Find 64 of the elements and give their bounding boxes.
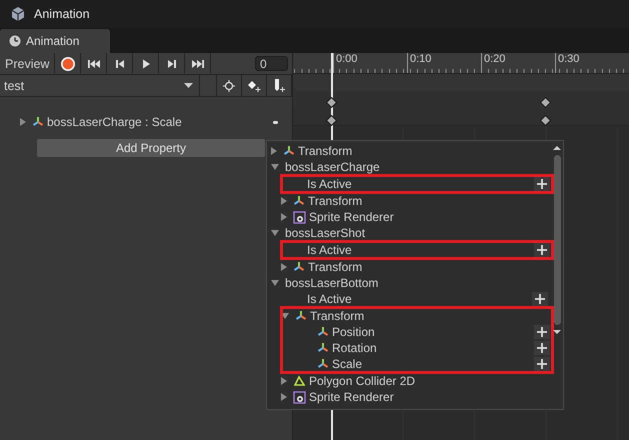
scroll-down-icon[interactable]: [553, 329, 561, 335]
property-tree-item[interactable]: Is Active: [307, 177, 531, 191]
transform-icon: [295, 310, 307, 322]
previous-key-icon: [114, 58, 125, 68]
add-property-button[interactable]: Add Property: [37, 139, 265, 157]
add-property-button[interactable]: [534, 177, 550, 191]
sprite-renderer-icon: [293, 210, 306, 224]
expand-arrow-icon[interactable]: [271, 164, 279, 170]
property-tree-item[interactable]: Transform: [308, 260, 551, 274]
clock-icon: [9, 35, 21, 47]
transform-icon: [293, 195, 305, 207]
property-tree-item[interactable]: Transform: [298, 144, 551, 158]
property-tree-item[interactable]: Is Active: [307, 292, 529, 306]
time-label: 0:10: [410, 53, 432, 65]
sprite-renderer-icon: [293, 390, 306, 404]
transform-icon: [317, 358, 329, 370]
play-icon: [140, 58, 151, 68]
property-tree-item[interactable]: Sprite Renderer: [309, 210, 551, 224]
transform-icon: [293, 261, 305, 273]
expand-arrow-icon[interactable]: [20, 118, 26, 126]
time-label: 0:00: [336, 53, 358, 65]
track-label[interactable]: bossLaserCharge : Scale: [47, 115, 182, 129]
expand-arrow-icon[interactable]: [281, 197, 287, 205]
add-property-button[interactable]: [534, 341, 550, 355]
first-key-icon: [88, 58, 100, 68]
add-property-button[interactable]: [534, 243, 550, 257]
expand-arrow-icon[interactable]: [281, 377, 287, 385]
time-label: 0:30: [558, 53, 580, 65]
property-tree-item[interactable]: Scale: [332, 357, 531, 371]
property-tree-item[interactable]: Transform: [310, 309, 553, 323]
property-tree-item[interactable]: bossLaserCharge: [285, 160, 551, 174]
caret-icon: [184, 82, 193, 88]
time-label: 0:20: [484, 53, 506, 65]
frame-field[interactable]: 0: [255, 56, 288, 71]
property-tree-item[interactable]: Position: [332, 325, 531, 339]
expand-arrow-icon[interactable]: [271, 230, 279, 236]
polygon-collider-icon: [293, 375, 306, 387]
expand-arrow-icon[interactable]: [281, 263, 287, 271]
add-property-button[interactable]: [534, 325, 550, 339]
property-tree-item[interactable]: Rotation: [332, 341, 531, 355]
transform-icon: [32, 116, 44, 128]
expand-arrow-icon[interactable]: [271, 280, 279, 286]
property-tree-item[interactable]: Polygon Collider 2D: [309, 374, 551, 388]
add-property-button[interactable]: [534, 357, 550, 371]
transform-icon: [317, 342, 329, 354]
expand-arrow-icon[interactable]: [271, 147, 277, 155]
animation-tab[interactable]: Animation: [0, 29, 110, 53]
property-tree-item[interactable]: Sprite Renderer: [309, 390, 551, 404]
property-tree-item[interactable]: bossLaserBottom: [285, 276, 551, 290]
transform-icon: [317, 326, 329, 338]
add-property-button[interactable]: [532, 292, 548, 306]
scroll-up-icon[interactable]: [553, 145, 561, 151]
property-tree-item[interactable]: bossLaserShot: [285, 226, 551, 240]
time-ruler[interactable]: 0:00 0:10 0:20 0:30: [293, 53, 629, 74]
property-tree-item[interactable]: Is Active: [307, 243, 531, 257]
record-icon: [60, 56, 76, 72]
last-key-icon: [192, 58, 204, 68]
property-tree-item[interactable]: Transform: [308, 194, 551, 208]
transform-icon: [283, 145, 295, 157]
expand-arrow-icon[interactable]: [281, 213, 287, 221]
expand-arrow-icon[interactable]: [281, 313, 289, 319]
window-title: Animation: [34, 7, 90, 21]
next-key-icon: [166, 58, 177, 68]
expand-arrow-icon[interactable]: [281, 393, 287, 401]
